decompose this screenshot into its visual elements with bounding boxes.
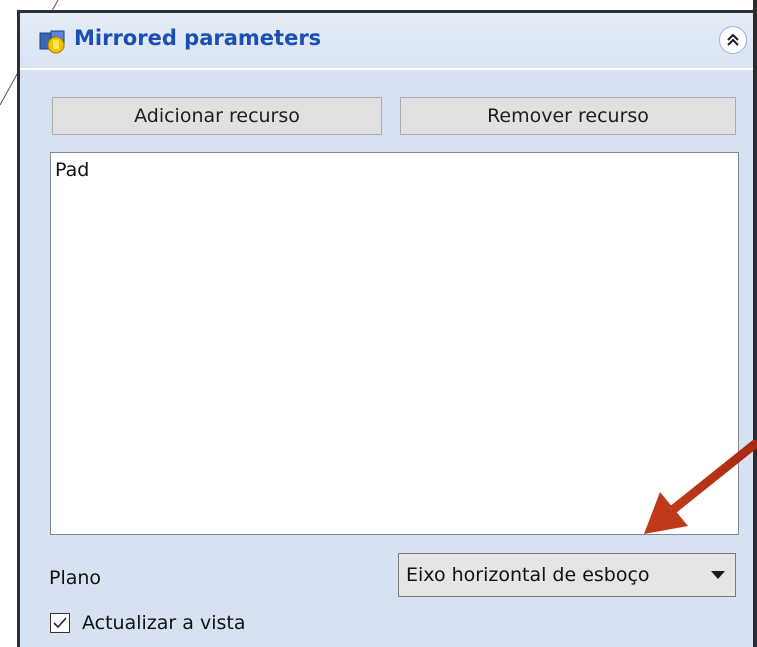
remove-feature-button[interactable]: Remover recurso [400,97,736,135]
update-view-label: Actualizar a vista [82,612,246,634]
task-panel: Mirrored parameters Adicionar recurso Re… [17,10,753,647]
plane-label: Plano [49,567,102,589]
window-right-border [753,0,757,647]
update-view-checkbox-row[interactable]: Actualizar a vista [50,608,245,638]
panel-header[interactable]: Mirrored parameters [20,13,753,70]
feature-list[interactable]: Pad [50,152,739,535]
dropdown-arrow-icon [711,571,725,579]
plane-dropdown-value: Eixo horizontal de esboço [406,564,650,586]
panel-title: Mirrored parameters [74,26,322,50]
checkmark-icon [53,617,67,629]
plane-dropdown[interactable]: Eixo horizontal de esboço [398,553,736,597]
add-feature-button[interactable]: Adicionar recurso [52,97,382,135]
mirrored-feature-icon [39,30,65,54]
screenshot-stage: Mirrored parameters Adicionar recurso Re… [0,0,757,647]
double-chevron-up-icon [727,33,739,46]
panel-body: Adicionar recurso Remover recurso Pad Pl… [20,70,753,647]
list-item[interactable]: Pad [55,159,89,181]
update-view-checkbox[interactable] [50,613,70,633]
collapse-button[interactable] [719,26,747,54]
